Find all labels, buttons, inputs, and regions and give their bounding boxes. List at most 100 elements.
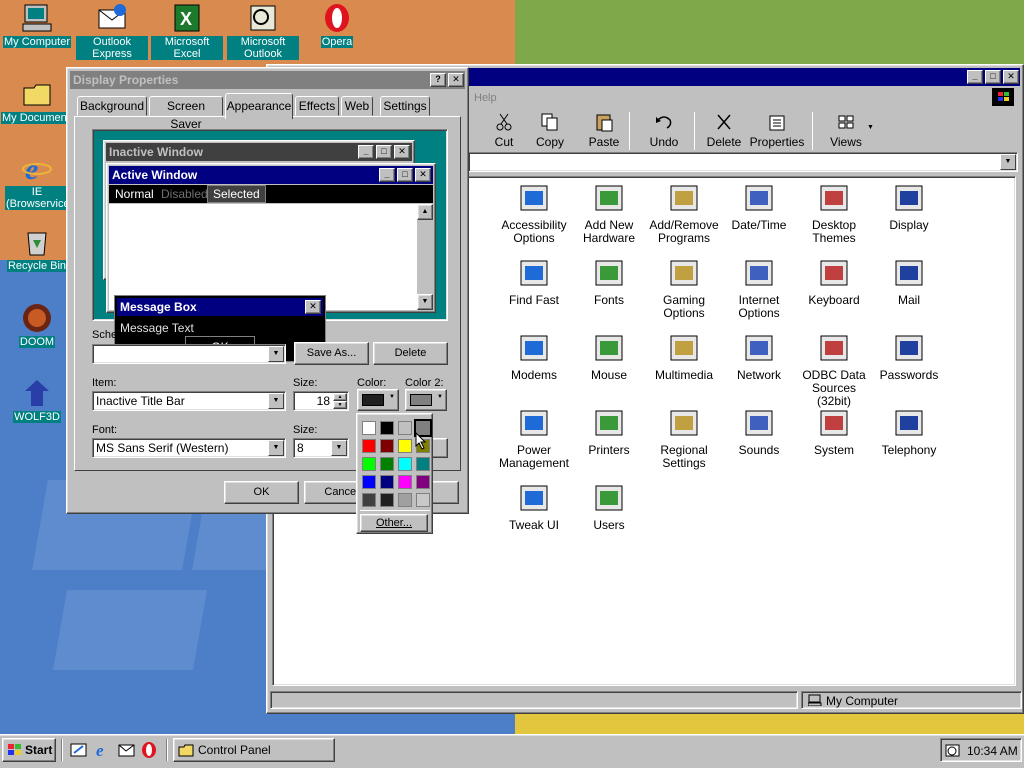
toolbar-paste[interactable]: Paste [576,112,632,152]
control-panel-item-desktop-themes[interactable]: Desktop Themes [794,182,874,245]
taskbar-task-control-panel[interactable]: Control Panel [173,738,335,762]
palette-swatch[interactable] [380,493,394,507]
control-panel-item-fonts[interactable]: Fonts [569,257,649,307]
maximize-button[interactable]: □ [985,70,1001,84]
control-panel-item-date-time[interactable]: Date/Time [719,182,799,232]
control-panel-item-mouse[interactable]: Mouse [569,332,649,382]
opera-icon[interactable] [140,741,158,759]
chevron-down-icon[interactable]: ▼ [268,346,284,362]
scheduler-icon[interactable] [945,743,961,757]
toolbar-properties[interactable]: Properties [744,112,810,152]
palette-swatch[interactable] [398,493,412,507]
control-panel-item-add-remove-programs[interactable]: Add/Remove Programs [644,182,724,245]
preview-scrollbar[interactable]: ▲ ▼ [417,204,433,310]
palette-swatch[interactable] [362,493,376,507]
palette-swatch[interactable] [362,457,376,471]
control-panel-item-mail[interactable]: Mail [869,257,949,307]
tab-web[interactable]: Web [341,96,373,116]
control-panel-item-telephony[interactable]: Telephony [869,407,949,457]
desktop-icon-recycle-bin[interactable]: Recycle Bin [1,226,73,272]
palette-swatch[interactable] [362,475,376,489]
control-panel-item-keyboard[interactable]: Keyboard [794,257,874,307]
color2-picker-button[interactable]: ▼ [405,389,447,411]
toolbar-views[interactable]: Views [818,112,874,152]
control-panel-item-regional-settings[interactable]: Regional Settings [644,407,724,470]
preview-active-title[interactable]: Active Window _ □ ✕ [109,166,433,184]
chevron-down-icon[interactable]: ▼ [268,440,284,456]
spin-arrows-icon[interactable]: ▲ ▼ [333,393,347,409]
chevron-down-icon[interactable]: ▼ [268,393,284,409]
palette-swatch[interactable] [398,475,412,489]
control-panel-item-sounds[interactable]: Sounds [719,407,799,457]
desktop-icon-opera[interactable]: Opera [301,2,373,48]
toolbar-undo[interactable]: Undo [636,112,692,152]
palette-swatch[interactable] [380,457,394,471]
control-panel-item-passwords[interactable]: Passwords [869,332,949,382]
control-panel-item-network[interactable]: Network [719,332,799,382]
clock[interactable]: 10:34 AM [967,744,1018,758]
font-size-select[interactable]: 8 ▼ [293,438,349,458]
show-desktop-icon[interactable] [70,741,88,759]
address-input[interactable]: ▼ [468,152,1018,172]
chevron-down-icon[interactable]: ▼ [331,440,347,456]
ok-button[interactable]: OK [224,481,299,504]
control-panel-item-display[interactable]: Display [869,182,949,232]
desktop-icon-outlook[interactable]: Microsoft Outlook [227,2,299,60]
palette-swatch[interactable] [416,457,430,471]
control-panel-item-tweak-ui[interactable]: Tweak UI [494,482,574,532]
other-color-button[interactable]: Other... [360,514,428,532]
tab-settings[interactable]: Settings [380,96,430,116]
control-panel-item-power-management[interactable]: Power Management [494,407,574,470]
palette-swatch[interactable] [380,475,394,489]
delete-button[interactable]: Delete [373,342,448,365]
control-panel-item-modems[interactable]: Modems [494,332,574,382]
outlook-express-icon[interactable] [118,741,136,759]
minimize-button[interactable]: _ [967,70,983,84]
palette-swatch[interactable] [362,421,376,435]
item-size-stepper[interactable]: 18 ▲ ▼ [293,391,349,411]
help-button[interactable]: ? [430,73,446,87]
desktop-icon-my-documents[interactable]: My Documents [1,78,77,124]
control-panel-item-odbc-data-sources-32bit[interactable]: ODBC Data Sources (32bit) [794,332,874,408]
address-dropdown-arrow[interactable]: ▼ [1000,154,1016,170]
tab-appearance[interactable]: Appearance [225,93,293,119]
close-button[interactable]: ✕ [448,73,464,87]
tab-background[interactable]: Background [77,96,147,116]
scheme-select[interactable]: ▼ [92,344,286,364]
preview-inactive-title[interactable]: Inactive Window _ □ ✕ [106,143,412,161]
toolbar-copy[interactable]: Copy [522,112,578,152]
scroll-down-icon[interactable]: ▼ [417,294,433,310]
scroll-up-icon[interactable]: ▲ [417,204,433,220]
desktop-icon-wolf3d[interactable]: WOLF3D [1,377,73,423]
control-panel-item-accessibility-options[interactable]: Accessibility Options [494,182,574,245]
palette-swatch[interactable] [380,439,394,453]
desktop-icon-excel[interactable]: X Microsoft Excel [151,2,223,60]
palette-swatch[interactable] [398,457,412,471]
color-picker-button[interactable]: ▼ [357,389,399,411]
save-as-button[interactable]: Save As... [294,342,369,365]
palette-swatch[interactable] [362,439,376,453]
control-panel-item-users[interactable]: Users [569,482,649,532]
palette-swatch[interactable] [380,421,394,435]
desktop-icon-my-computer[interactable]: My Computer [1,2,73,48]
menu-help[interactable]: Help [474,92,497,104]
control-panel-item-system[interactable]: System [794,407,874,457]
palette-swatch[interactable] [416,475,430,489]
item-select[interactable]: Inactive Title Bar ▼ [92,391,286,411]
ie-icon[interactable]: e [94,741,112,759]
close-button[interactable]: ✕ [1003,70,1019,84]
control-panel-item-gaming-options[interactable]: Gaming Options [644,257,724,320]
control-panel-item-multimedia[interactable]: Multimedia [644,332,724,382]
font-select[interactable]: MS Sans Serif (Western) ▼ [92,438,286,458]
control-panel-item-add-new-hardware[interactable]: Add New Hardware [569,182,649,245]
tab-screen-saver[interactable]: Screen Saver [149,96,223,131]
control-panel-item-find-fast[interactable]: Find Fast [494,257,574,307]
start-button[interactable]: Start [2,738,56,762]
desktop-icon-doom[interactable]: DOOM [1,302,73,348]
control-panel-item-internet-options[interactable]: Internet Options [719,257,799,320]
views-dropdown-arrow[interactable]: ▼ [867,124,874,131]
dialog-titlebar[interactable]: Display Properties ? ✕ [70,71,465,89]
tab-effects[interactable]: Effects [295,96,339,116]
control-panel-item-printers[interactable]: Printers [569,407,649,457]
desktop-icon-ie[interactable]: e IE (Browservice) [1,152,73,210]
